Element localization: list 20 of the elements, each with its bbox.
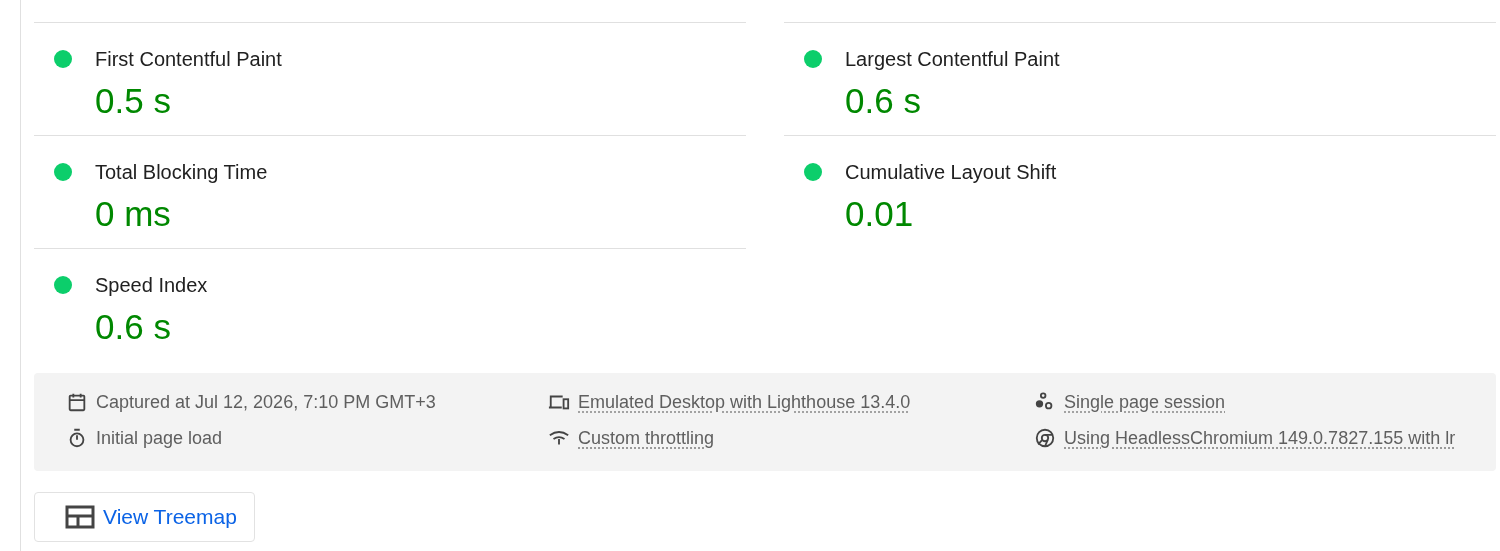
info-text: Initial page load xyxy=(96,426,223,450)
info-link[interactable]: Emulated Desktop with Lighthouse 13.4.0 xyxy=(578,388,911,416)
view-treemap-button[interactable]: View Treemap xyxy=(34,492,255,542)
metric-value: 0 ms xyxy=(95,193,172,235)
calendar-icon xyxy=(66,391,88,413)
metric-value: 0.6 s xyxy=(845,80,922,122)
info-text: Captured at Jul 12, 2026, 7:10 PM GMT+3 xyxy=(96,390,436,414)
metric-value: 0.5 s xyxy=(95,80,172,122)
info-link[interactable]: Custom throttling xyxy=(578,424,715,452)
metric-title: Cumulative Layout Shift xyxy=(845,160,1057,185)
metric-value: 0.6 s xyxy=(95,306,172,348)
info-link[interactable]: Single page session xyxy=(1064,388,1226,416)
metric-value: 0.01 xyxy=(845,193,915,235)
metric-title: Speed Index xyxy=(95,273,208,298)
metric-title: Total Blocking Time xyxy=(95,160,268,185)
metric-title: First Contentful Paint xyxy=(95,47,282,72)
info-link[interactable]: Using HeadlessChromium 149.0.7827.155 with lr xyxy=(1064,424,1456,452)
treemap-icon xyxy=(65,505,95,529)
browser-icon xyxy=(1034,427,1056,449)
metric-title: Largest Contentful Paint xyxy=(845,47,1060,72)
